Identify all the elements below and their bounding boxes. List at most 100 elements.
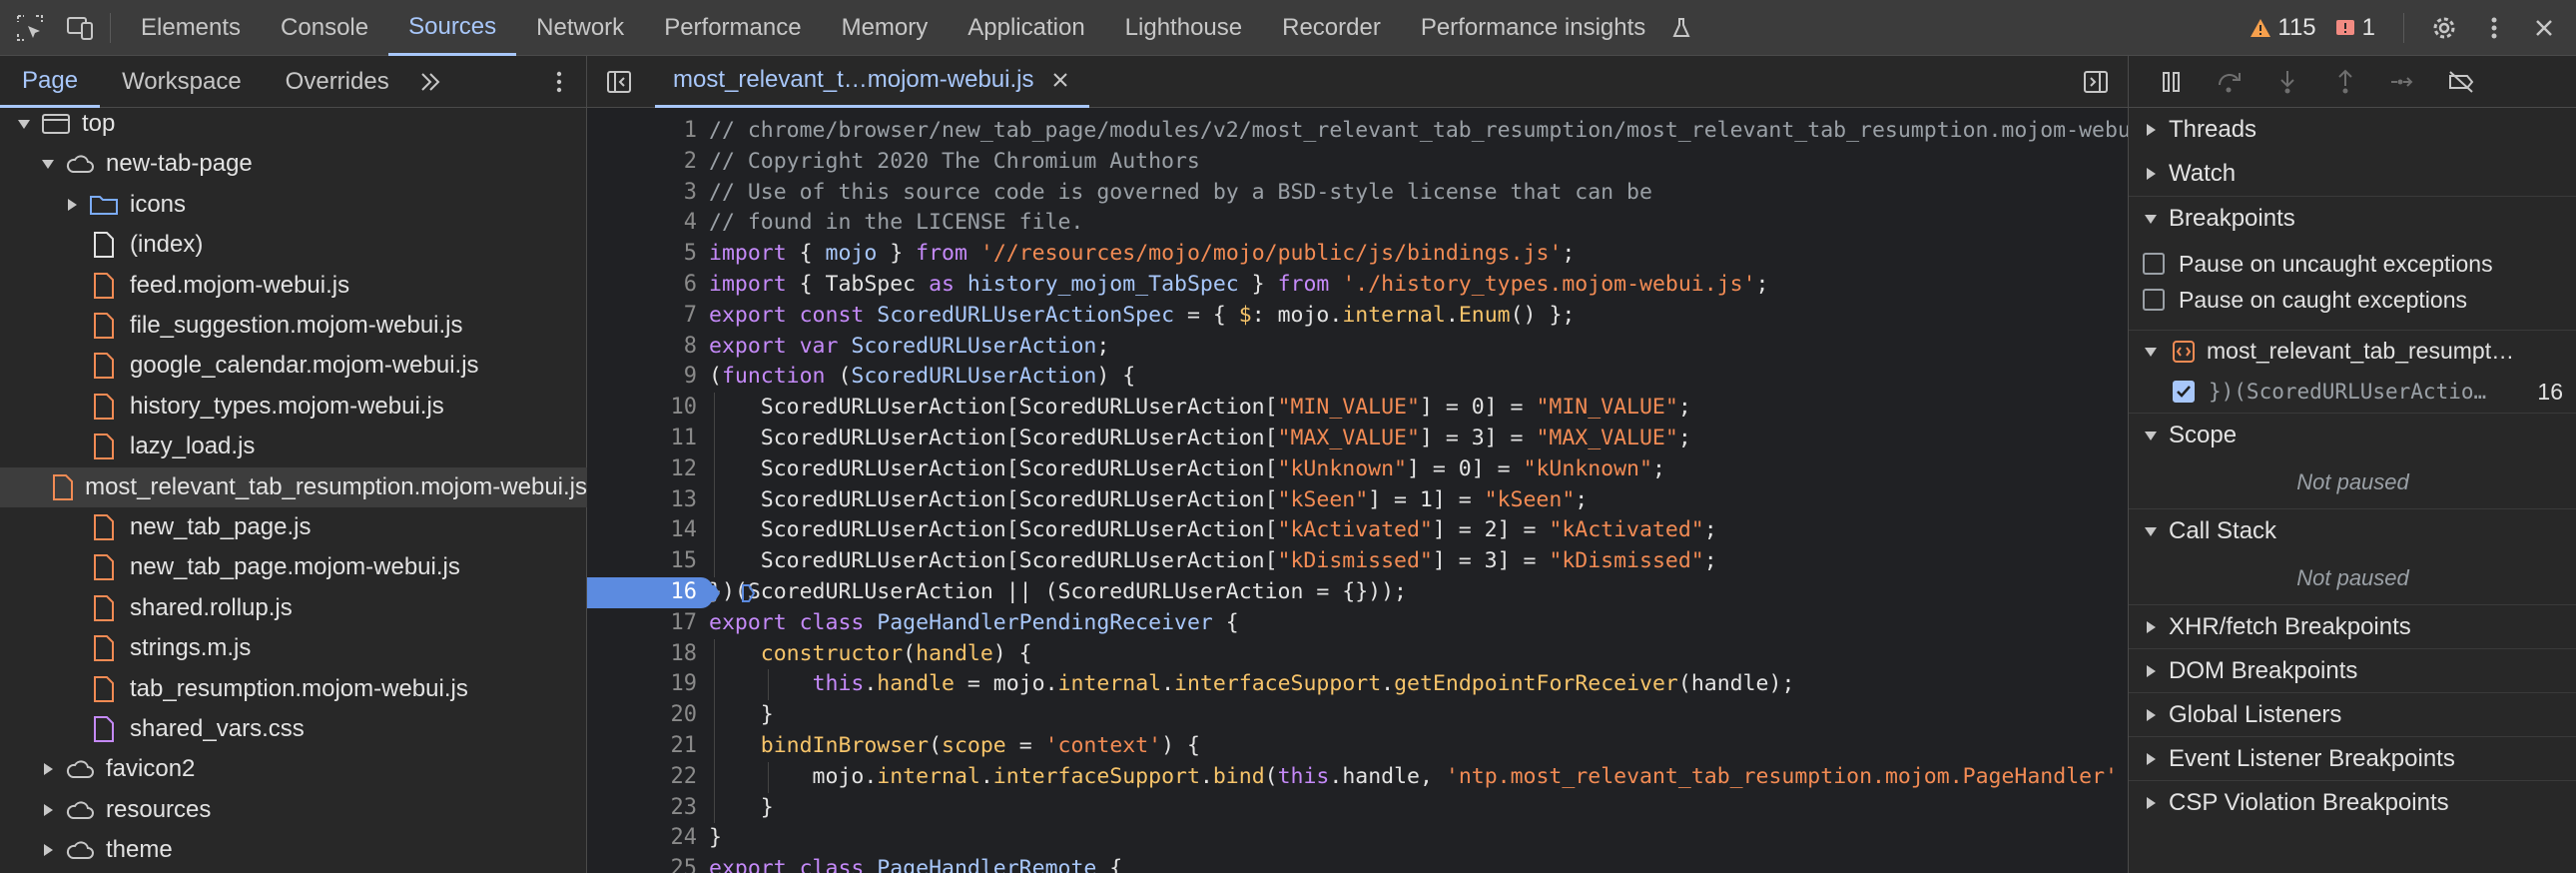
toggle-debugger-icon[interactable] [2082, 68, 2110, 96]
breakpoints-section[interactable]: Breakpoints [2129, 196, 2576, 240]
breakpoint-file-row[interactable]: most_relevant_tab_resumpt… [2129, 330, 2576, 372]
line-number[interactable]: 6 [587, 270, 713, 301]
line-number[interactable]: 12 [587, 454, 713, 485]
collapsed-arrow-icon[interactable] [38, 762, 58, 776]
tab-console[interactable]: Console [261, 0, 388, 56]
collapsed-arrow-icon[interactable] [38, 843, 58, 857]
line-number[interactable]: 8 [587, 332, 713, 363]
tab-sources[interactable]: Sources [388, 0, 517, 56]
open-file-tab[interactable]: most_relevant_t…mojom-webui.js [655, 56, 1090, 108]
line-number[interactable]: 3 [587, 178, 713, 209]
line-number[interactable]: 7 [587, 301, 713, 332]
global-listeners-section[interactable]: Global Listeners [2129, 692, 2576, 736]
tree-item[interactable]: icons [0, 185, 587, 225]
line-number[interactable]: 17 [587, 608, 713, 639]
step-button[interactable] [2374, 62, 2432, 102]
tree-item[interactable]: tab_resumption.mojom-webui.js [0, 669, 587, 709]
tree-item[interactable]: google_calendar.mojom-webui.js [0, 346, 587, 386]
inspect-element-icon[interactable] [10, 8, 50, 48]
line-number[interactable]: 1 [587, 116, 713, 147]
collapsed-arrow-icon[interactable] [62, 198, 82, 212]
tree-item[interactable]: shared_vars.css [0, 709, 587, 749]
pause-uncaught-row[interactable]: Pause on uncaught exceptions [2129, 246, 2576, 282]
code-area[interactable]: 1 2 3 4 5 6 7 8 9 10 11 12 13 14 15 16 17 18 19 20 21 22 23 24 2… [587, 108, 2128, 873]
scope-section[interactable]: Scope [2129, 413, 2576, 456]
errors-counter[interactable]: 1 [2334, 14, 2375, 42]
tab-lighthouse[interactable]: Lighthouse [1105, 0, 1262, 56]
line-number[interactable]: 11 [587, 424, 713, 454]
line-number[interactable]: 2 [587, 147, 713, 178]
dom-breakpoints-section[interactable]: DOM Breakpoints [2129, 648, 2576, 692]
line-number[interactable]: 14 [587, 515, 713, 546]
deactivate-breakpoints-button[interactable] [2432, 62, 2490, 102]
more-options-icon[interactable] [2474, 8, 2514, 48]
step-out-button[interactable] [2316, 62, 2374, 102]
breakpoint-enabled-checkbox[interactable] [2173, 381, 2195, 403]
watch-section[interactable]: Watch [2129, 152, 2576, 196]
line-number[interactable]: 18 [587, 639, 713, 670]
expanded-arrow-icon[interactable] [14, 118, 34, 130]
tree-item[interactable]: history_types.mojom-webui.js [0, 387, 587, 427]
line-number[interactable]: 4 [587, 208, 713, 239]
breakpoint-entry-row[interactable]: })(ScoredURLUserActio… 16 [2129, 372, 2576, 412]
line-number[interactable]: 10 [587, 393, 713, 424]
close-devtools-icon[interactable] [2524, 8, 2564, 48]
breakpoint-line-number[interactable]: 16 [587, 577, 713, 608]
expanded-arrow-icon[interactable] [38, 158, 58, 170]
line-number[interactable]: 13 [587, 485, 713, 516]
tab-performance-insights[interactable]: Performance insights [1401, 0, 1665, 56]
tree-item[interactable]: top [0, 104, 587, 144]
tree-item[interactable]: lazy_load.js [0, 427, 587, 466]
tree-item[interactable]: new-tab-page [0, 144, 587, 184]
step-into-button[interactable] [2258, 62, 2316, 102]
tab-memory[interactable]: Memory [822, 0, 949, 56]
tab-application[interactable]: Application [948, 0, 1104, 56]
tree-item[interactable]: most_relevant_tab_resumption.mojom-webui… [0, 466, 587, 507]
navigator-menu-icon[interactable] [546, 69, 572, 95]
pause-caught-checkbox[interactable] [2143, 289, 2165, 311]
line-number[interactable]: 21 [587, 731, 713, 762]
inline-breakpoint-icon[interactable] [705, 583, 765, 603]
tree-item[interactable]: theme [0, 830, 587, 870]
tree-item[interactable]: new_tab_page.js [0, 507, 587, 547]
tab-page[interactable]: Page [0, 56, 101, 108]
warnings-counter[interactable]: 115 [2250, 14, 2316, 42]
tree-item[interactable]: favicon2 [0, 749, 587, 789]
toggle-navigator-icon[interactable] [605, 68, 633, 96]
xhr-breakpoints-section[interactable]: XHR/fetch Breakpoints [2129, 604, 2576, 648]
device-toolbar-icon[interactable] [60, 8, 100, 48]
tree-item[interactable]: shared.rollup.js [0, 588, 587, 628]
threads-section[interactable]: Threads [2129, 108, 2576, 152]
line-number[interactable]: 15 [587, 546, 713, 577]
tab-recorder[interactable]: Recorder [1262, 0, 1401, 56]
inline-breakpoint-markers[interactable] [705, 583, 765, 603]
event-listener-breakpoints-section[interactable]: Event Listener Breakpoints [2129, 736, 2576, 780]
resume-button[interactable] [2143, 62, 2201, 102]
close-tab-icon[interactable] [1049, 69, 1071, 91]
tree-item[interactable]: feed.mojom-webui.js [0, 266, 587, 306]
pause-caught-row[interactable]: Pause on caught exceptions [2129, 282, 2576, 318]
tab-overrides[interactable]: Overrides [264, 56, 411, 108]
tree-item[interactable]: strings.m.js [0, 628, 587, 668]
csp-violation-breakpoints-section[interactable]: CSP Violation Breakpoints [2129, 780, 2576, 824]
tab-network[interactable]: Network [516, 0, 644, 56]
line-number[interactable]: 23 [587, 793, 713, 824]
line-number[interactable]: 22 [587, 762, 713, 793]
step-over-button[interactable] [2201, 62, 2258, 102]
pause-uncaught-checkbox[interactable] [2143, 253, 2165, 275]
call-stack-section[interactable]: Call Stack [2129, 508, 2576, 552]
line-number[interactable]: 24 [587, 823, 713, 854]
tree-item[interactable]: (index) [0, 225, 587, 265]
line-number[interactable]: 19 [587, 669, 713, 700]
tab-workspace[interactable]: Workspace [100, 56, 264, 108]
tree-item[interactable]: resources [0, 790, 587, 830]
line-number[interactable]: 9 [587, 362, 713, 393]
tab-elements[interactable]: Elements [121, 0, 261, 56]
settings-gear-icon[interactable] [2424, 8, 2464, 48]
tree-item[interactable]: new_tab_page.mojom-webui.js [0, 547, 587, 587]
tab-performance[interactable]: Performance [644, 0, 821, 56]
line-number[interactable]: 25 [587, 854, 713, 873]
line-number[interactable]: 20 [587, 700, 713, 731]
line-number[interactable]: 5 [587, 239, 713, 270]
tree-item[interactable]: file_suggestion.mojom-webui.js [0, 306, 587, 346]
